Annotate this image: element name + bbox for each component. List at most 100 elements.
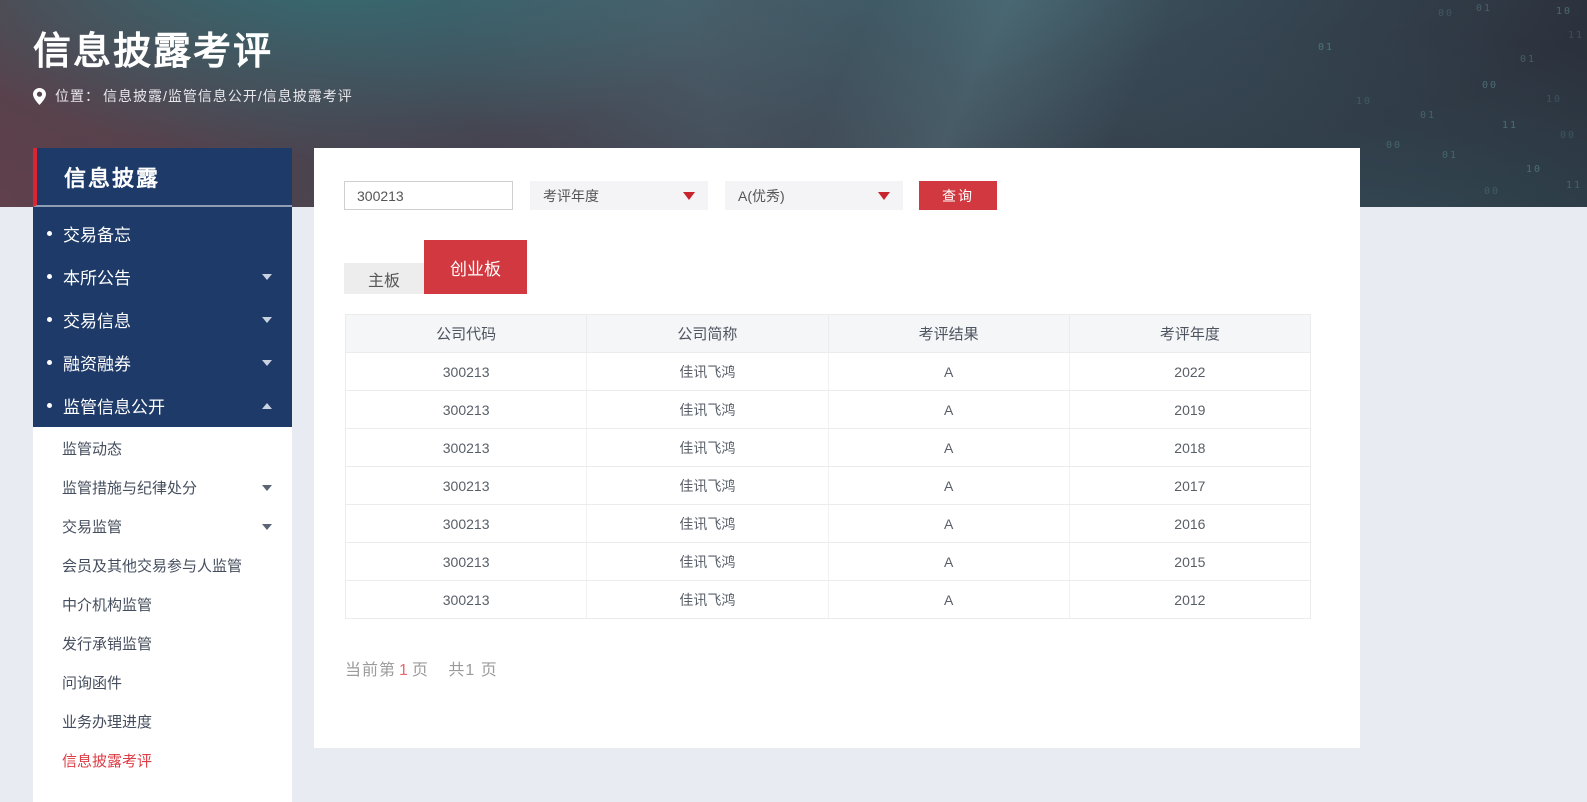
- sidebar-subitem[interactable]: 问询函件: [33, 663, 292, 702]
- table-cell: 佳讯飞鸿: [586, 543, 827, 580]
- table-cell: A: [828, 353, 1069, 390]
- table-cell: 佳讯飞鸿: [586, 353, 827, 390]
- column-header: 公司简称: [586, 315, 827, 352]
- column-header: 公司代码: [346, 315, 586, 352]
- table-cell: 2016: [1069, 505, 1310, 542]
- table-body: 300213佳讯飞鸿A2022300213佳讯飞鸿A2019300213佳讯飞鸿…: [346, 352, 1310, 618]
- table-cell: 300213: [346, 353, 586, 390]
- chevron-down-icon: [262, 274, 272, 280]
- bullet-icon: [47, 231, 52, 236]
- sidebar-subitem-label: 发行承销监管: [62, 633, 152, 654]
- table-cell: 佳讯飞鸿: [586, 429, 827, 466]
- sidebar-subitem[interactable]: 信息披露考评: [33, 741, 292, 780]
- table-cell: 佳讯飞鸿: [586, 581, 827, 618]
- table-cell: A: [828, 391, 1069, 428]
- evaluation-result-select[interactable]: A(优秀): [725, 181, 903, 210]
- board-tabs: 主板创业板: [344, 240, 527, 294]
- sidebar-header: 信息披露: [33, 148, 292, 207]
- sidebar-subitem-label: 问询函件: [62, 672, 122, 693]
- sidebar-item[interactable]: 融资融券: [33, 341, 292, 384]
- sidebar-item-label: 监管信息公开: [63, 393, 165, 418]
- table-cell: A: [828, 505, 1069, 542]
- table-cell: 佳讯飞鸿: [586, 505, 827, 542]
- chevron-up-icon: [262, 403, 272, 409]
- table-cell: 佳讯飞鸿: [586, 467, 827, 504]
- sidebar-subitem-label: 信息披露考评: [62, 750, 152, 771]
- table-cell: A: [828, 429, 1069, 466]
- sidebar-item[interactable]: 交易备忘: [33, 212, 292, 255]
- sidebar-item[interactable]: 监管信息公开: [33, 384, 292, 427]
- table-cell: 300213: [346, 543, 586, 580]
- table-cell: 300213: [346, 429, 586, 466]
- caret-down-icon: [878, 192, 890, 200]
- sidebar-subitem[interactable]: 中介机构监管: [33, 585, 292, 624]
- sidebar-item-label: 交易备忘: [63, 221, 131, 246]
- evaluation-year-select[interactable]: 考评年度: [530, 181, 708, 210]
- evaluation-result-select-value: A(优秀): [738, 186, 785, 206]
- pagination-page-unit: 页: [412, 662, 429, 679]
- table-cell: A: [828, 467, 1069, 504]
- search-button[interactable]: 查询: [919, 181, 997, 210]
- main-panel: 考评年度 A(优秀) 查询 主板创业板 公司代码公司简称考评结果考评年度 300…: [314, 148, 1360, 748]
- sidebar-subitem[interactable]: 监管措施与纪律处分: [33, 468, 292, 507]
- table-cell: 300213: [346, 505, 586, 542]
- sidebar-item-label: 融资融券: [63, 350, 131, 375]
- sidebar-subitem[interactable]: 业务办理进度: [33, 702, 292, 741]
- chevron-down-icon: [262, 317, 272, 323]
- breadcrumb: 位置：信息披露/监管信息公开/信息披露考评: [33, 86, 353, 106]
- sidebar-subitem-label: 监管动态: [62, 438, 122, 459]
- results-table: 公司代码公司简称考评结果考评年度 300213佳讯飞鸿A2022300213佳讯…: [345, 314, 1311, 619]
- sidebar-subitem[interactable]: 会员及其他交易参与人监管: [33, 546, 292, 585]
- bullet-icon: [47, 403, 52, 408]
- caret-down-icon: [683, 192, 695, 200]
- chevron-down-icon: [262, 485, 272, 491]
- pagination-prefix: 当前第: [345, 662, 396, 679]
- sidebar-submenu: 监管动态监管措施与纪律处分交易监管会员及其他交易参与人监管中介机构监管发行承销监…: [33, 427, 292, 802]
- breadcrumb-label: 位置：: [55, 86, 100, 106]
- bullet-icon: [47, 360, 52, 365]
- tab-chinext[interactable]: 创业板: [424, 240, 527, 294]
- sidebar-subitem-label: 中介机构监管: [62, 594, 152, 615]
- sidebar-subitem-label: 业务办理进度: [62, 711, 152, 732]
- table-cell: 2018: [1069, 429, 1310, 466]
- table-cell: 300213: [346, 581, 586, 618]
- breadcrumb-path: 信息披露/监管信息公开/信息披露考评: [103, 86, 353, 106]
- tab-main-board[interactable]: 主板: [344, 263, 424, 294]
- bullet-icon: [47, 274, 52, 279]
- column-header: 考评年度: [1069, 315, 1310, 352]
- table-cell: A: [828, 543, 1069, 580]
- table-row: 300213佳讯飞鸿A2015: [346, 542, 1310, 580]
- table-cell: 2015: [1069, 543, 1310, 580]
- pagination: 当前第1页 共1 页: [345, 656, 498, 680]
- sidebar-nav: 交易备忘本所公告交易信息融资融券监管信息公开: [33, 207, 292, 427]
- stock-code-input[interactable]: [344, 181, 513, 210]
- table-cell: 300213: [346, 467, 586, 504]
- table-row: 300213佳讯飞鸿A2018: [346, 428, 1310, 466]
- sidebar-subitem[interactable]: 交易监管: [33, 507, 292, 546]
- table-row: 300213佳讯飞鸿A2019: [346, 390, 1310, 428]
- page-title: 信息披露考评: [33, 20, 273, 75]
- table-cell: 2019: [1069, 391, 1310, 428]
- table-header-row: 公司代码公司简称考评结果考评年度: [346, 315, 1310, 352]
- pagination-total: 共1 页: [448, 662, 497, 679]
- evaluation-year-select-value: 考评年度: [543, 186, 599, 206]
- table-cell: 2022: [1069, 353, 1310, 390]
- sidebar-item-label: 本所公告: [63, 264, 131, 289]
- sidebar-subitem[interactable]: 监管动态: [33, 429, 292, 468]
- chevron-down-icon: [262, 360, 272, 366]
- sidebar-item[interactable]: 交易信息: [33, 298, 292, 341]
- sidebar-subitem[interactable]: 发行承销监管: [33, 624, 292, 663]
- location-pin-icon: [33, 88, 46, 105]
- sidebar: 信息披露 交易备忘本所公告交易信息融资融券监管信息公开 监管动态监管措施与纪律处…: [33, 148, 292, 802]
- table-cell: A: [828, 581, 1069, 618]
- table-cell: 2017: [1069, 467, 1310, 504]
- current-page-number: 1: [396, 662, 412, 679]
- table-cell: 300213: [346, 391, 586, 428]
- chevron-down-icon: [262, 524, 272, 530]
- sidebar-subitem-label: 交易监管: [62, 516, 122, 537]
- sidebar-item-label: 交易信息: [63, 307, 131, 332]
- table-row: 300213佳讯飞鸿A2016: [346, 504, 1310, 542]
- sidebar-item[interactable]: 本所公告: [33, 255, 292, 298]
- bullet-icon: [47, 317, 52, 322]
- table-row: 300213佳讯飞鸿A2012: [346, 580, 1310, 618]
